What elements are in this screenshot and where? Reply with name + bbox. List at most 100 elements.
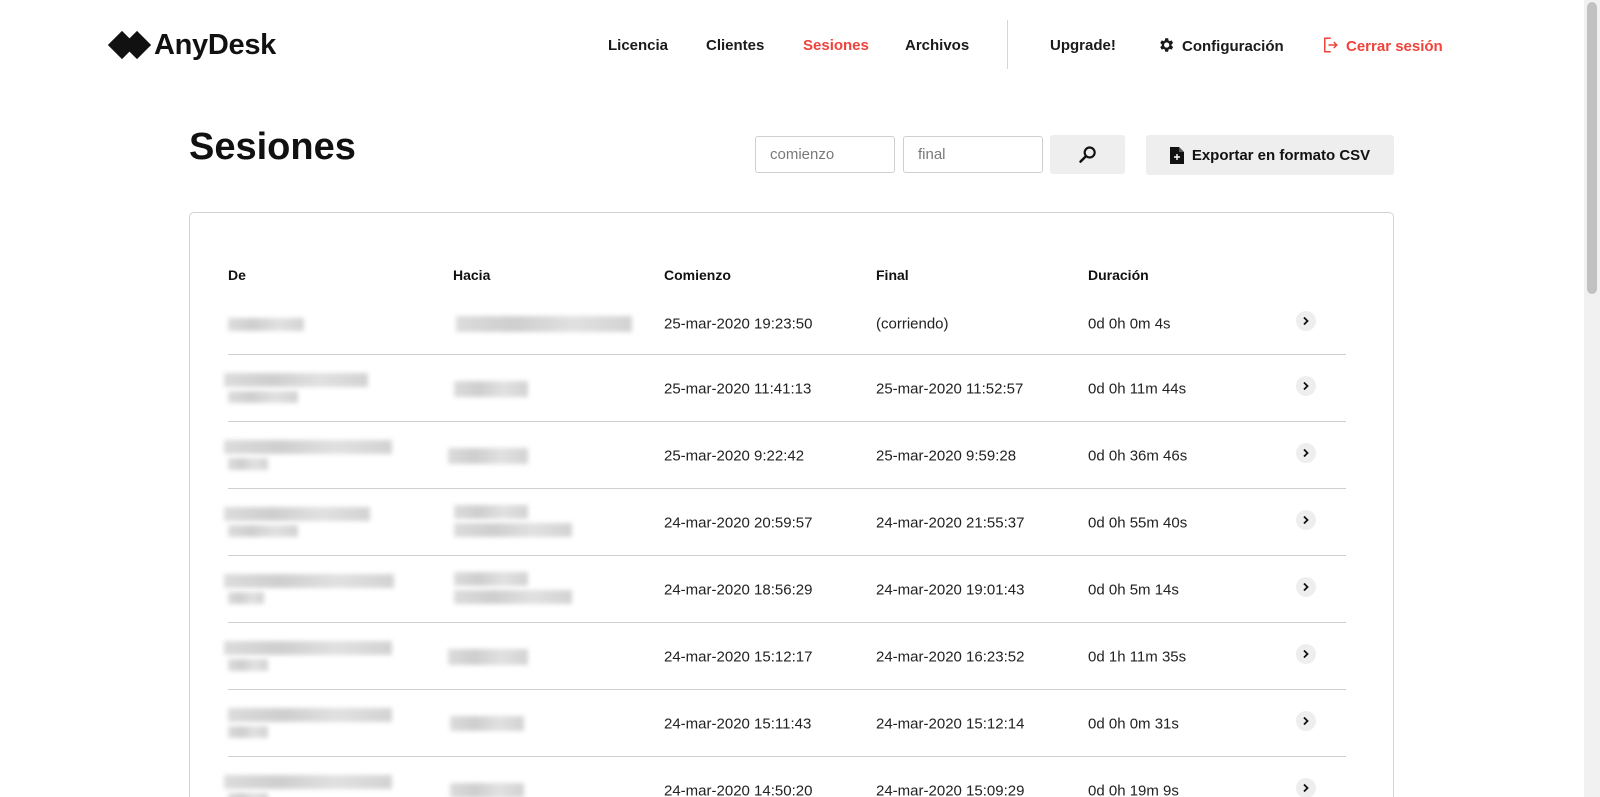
session-end: 25-mar-2020 9:59:28: [876, 447, 1017, 464]
start-date-input[interactable]: [755, 136, 895, 173]
session-details-button[interactable]: [1296, 509, 1316, 530]
top-bar: AnyDesk Licencia Clientes Sesiones Archi…: [0, 0, 1584, 90]
session-end: 24-mar-2020 21:55:37: [876, 514, 1025, 531]
redacted-from-line2: [228, 793, 268, 797]
redacted-to: [450, 716, 524, 731]
column-header-comienzo: Comienzo: [664, 267, 731, 283]
session-duration: 0d 1h 11m 35s: [1088, 648, 1187, 665]
table-row[interactable]: 24-mar-2020 20:59:57 24-mar-2020 21:55:3…: [224, 489, 1346, 556]
session-end: 24-mar-2020 16:23:52: [876, 648, 1025, 665]
chevron-right-icon: [1303, 515, 1309, 524]
session-end: 24-mar-2020 15:09:29: [876, 782, 1025, 797]
page-scrollbar[interactable]: [1584, 0, 1600, 797]
session-details-button[interactable]: [1296, 710, 1316, 731]
end-date-input[interactable]: [903, 136, 1043, 173]
search-button[interactable]: [1050, 135, 1125, 174]
upgrade-link[interactable]: Upgrade!: [1050, 37, 1116, 54]
sessions-table: De Hacia Comienzo Final Duración 25-mar-…: [189, 212, 1394, 797]
session-duration: 0d 0h 5m 14s: [1088, 581, 1179, 598]
table-row[interactable]: 25-mar-2020 9:22:42 25-mar-2020 9:59:28 …: [224, 422, 1346, 489]
redacted-from-line2: [228, 525, 298, 537]
session-details-button[interactable]: [1296, 311, 1316, 331]
session-end: 24-mar-2020 19:01:43: [876, 581, 1025, 598]
redacted-from: [224, 775, 392, 789]
session-end: 24-mar-2020 15:12:14: [876, 715, 1025, 732]
session-details-button[interactable]: [1296, 442, 1316, 463]
gear-icon: [1160, 37, 1174, 52]
redacted-to: [454, 381, 528, 397]
session-start: 24-mar-2020 15:12:17: [664, 648, 813, 665]
settings-link[interactable]: Configuración: [1157, 36, 1284, 55]
page-title: Sesiones: [189, 126, 356, 168]
session-details-button[interactable]: [1296, 375, 1316, 396]
session-start: 24-mar-2020 18:56:29: [664, 581, 813, 598]
session-details-button[interactable]: [1296, 643, 1316, 664]
nav-divider: [1007, 20, 1008, 69]
redacted-from-line2: [228, 391, 298, 403]
column-header-de: De: [228, 267, 246, 283]
redacted-to: [450, 783, 524, 797]
nav-clientes[interactable]: Clientes: [706, 37, 764, 54]
redacted-from: [228, 318, 304, 331]
redacted-to: [448, 448, 528, 464]
session-start: 24-mar-2020 15:11:43: [664, 715, 812, 732]
nav-licencia[interactable]: Licencia: [608, 37, 668, 54]
export-csv-button[interactable]: Exportar en formato CSV: [1146, 135, 1394, 175]
table-row[interactable]: 24-mar-2020 14:50:20 24-mar-2020 15:09:2…: [224, 757, 1346, 797]
session-details-button[interactable]: [1296, 777, 1316, 797]
export-csv-label: Exportar en formato CSV: [1191, 146, 1371, 164]
table-row[interactable]: 24-mar-2020 15:12:17 24-mar-2020 16:23:5…: [224, 623, 1346, 690]
session-start: 24-mar-2020 14:50:20: [664, 782, 813, 797]
redacted-from-line2: [228, 592, 264, 604]
anydesk-logo-icon: [107, 30, 152, 60]
session-duration: 0d 0h 0m 4s: [1088, 315, 1171, 333]
table-row[interactable]: 25-mar-2020 19:23:50 (corriendo) 0d 0h 0…: [228, 293, 1346, 355]
redacted-to: [448, 649, 528, 665]
scrollbar-thumb[interactable]: [1587, 2, 1597, 294]
redacted-from: [228, 708, 392, 722]
redacted-from: [224, 574, 394, 588]
column-header-duracion: Duración: [1088, 267, 1149, 283]
redacted-from: [224, 373, 368, 387]
column-header-hacia: Hacia: [453, 267, 491, 283]
session-details-button[interactable]: [1296, 576, 1316, 597]
search-icon: [1078, 145, 1096, 163]
session-duration: 0d 0h 36m 46s: [1088, 447, 1188, 464]
session-start: 25-mar-2020 9:22:42: [664, 447, 805, 464]
chevron-right-icon: [1303, 582, 1309, 591]
csv-file-icon: [1169, 146, 1184, 164]
redacted-to-line2: [454, 590, 572, 604]
column-header-final: Final: [876, 267, 909, 283]
session-start: 25-mar-2020 11:41:13: [664, 380, 812, 397]
brand-name: AnyDesk: [154, 28, 277, 61]
session-duration: 0d 0h 55m 40s: [1088, 514, 1188, 531]
redacted-to-line2: [454, 523, 572, 537]
table-row[interactable]: 24-mar-2020 18:56:29 24-mar-2020 19:01:4…: [224, 556, 1346, 623]
logout-icon: [1324, 37, 1338, 52]
logout-link[interactable]: Cerrar sesión: [1321, 36, 1443, 55]
session-duration: 0d 0h 11m 44s: [1088, 380, 1187, 397]
session-end: 25-mar-2020 11:52:57: [876, 380, 1024, 397]
chevron-right-icon: [1303, 381, 1309, 390]
redacted-to: [456, 316, 632, 332]
redacted-from-line2: [228, 458, 268, 470]
session-duration: 0d 0h 19m 9s: [1088, 782, 1179, 797]
redacted-from: [224, 641, 392, 655]
nav-archivos[interactable]: Archivos: [905, 37, 969, 54]
nav-sesiones[interactable]: Sesiones: [803, 37, 869, 54]
session-end: (corriendo): [876, 315, 949, 333]
chevron-right-icon: [1303, 316, 1309, 326]
session-start: 25-mar-2020 19:23:50: [664, 315, 813, 333]
anydesk-logo[interactable]: AnyDesk: [107, 28, 277, 62]
table-row[interactable]: 24-mar-2020 15:11:43 24-mar-2020 15:12:1…: [228, 690, 1346, 757]
chevron-right-icon: [1303, 716, 1309, 725]
redacted-from-line2: [228, 659, 268, 671]
table-row[interactable]: 25-mar-2020 11:41:13 25-mar-2020 11:52:5…: [224, 355, 1346, 422]
chevron-right-icon: [1303, 448, 1309, 457]
chevron-right-icon: [1303, 783, 1309, 792]
settings-label: Configuración: [1182, 37, 1284, 55]
redacted-from-line2: [228, 726, 268, 738]
redacted-from: [224, 507, 370, 521]
redacted-to: [454, 505, 528, 519]
redacted-from: [224, 440, 392, 454]
